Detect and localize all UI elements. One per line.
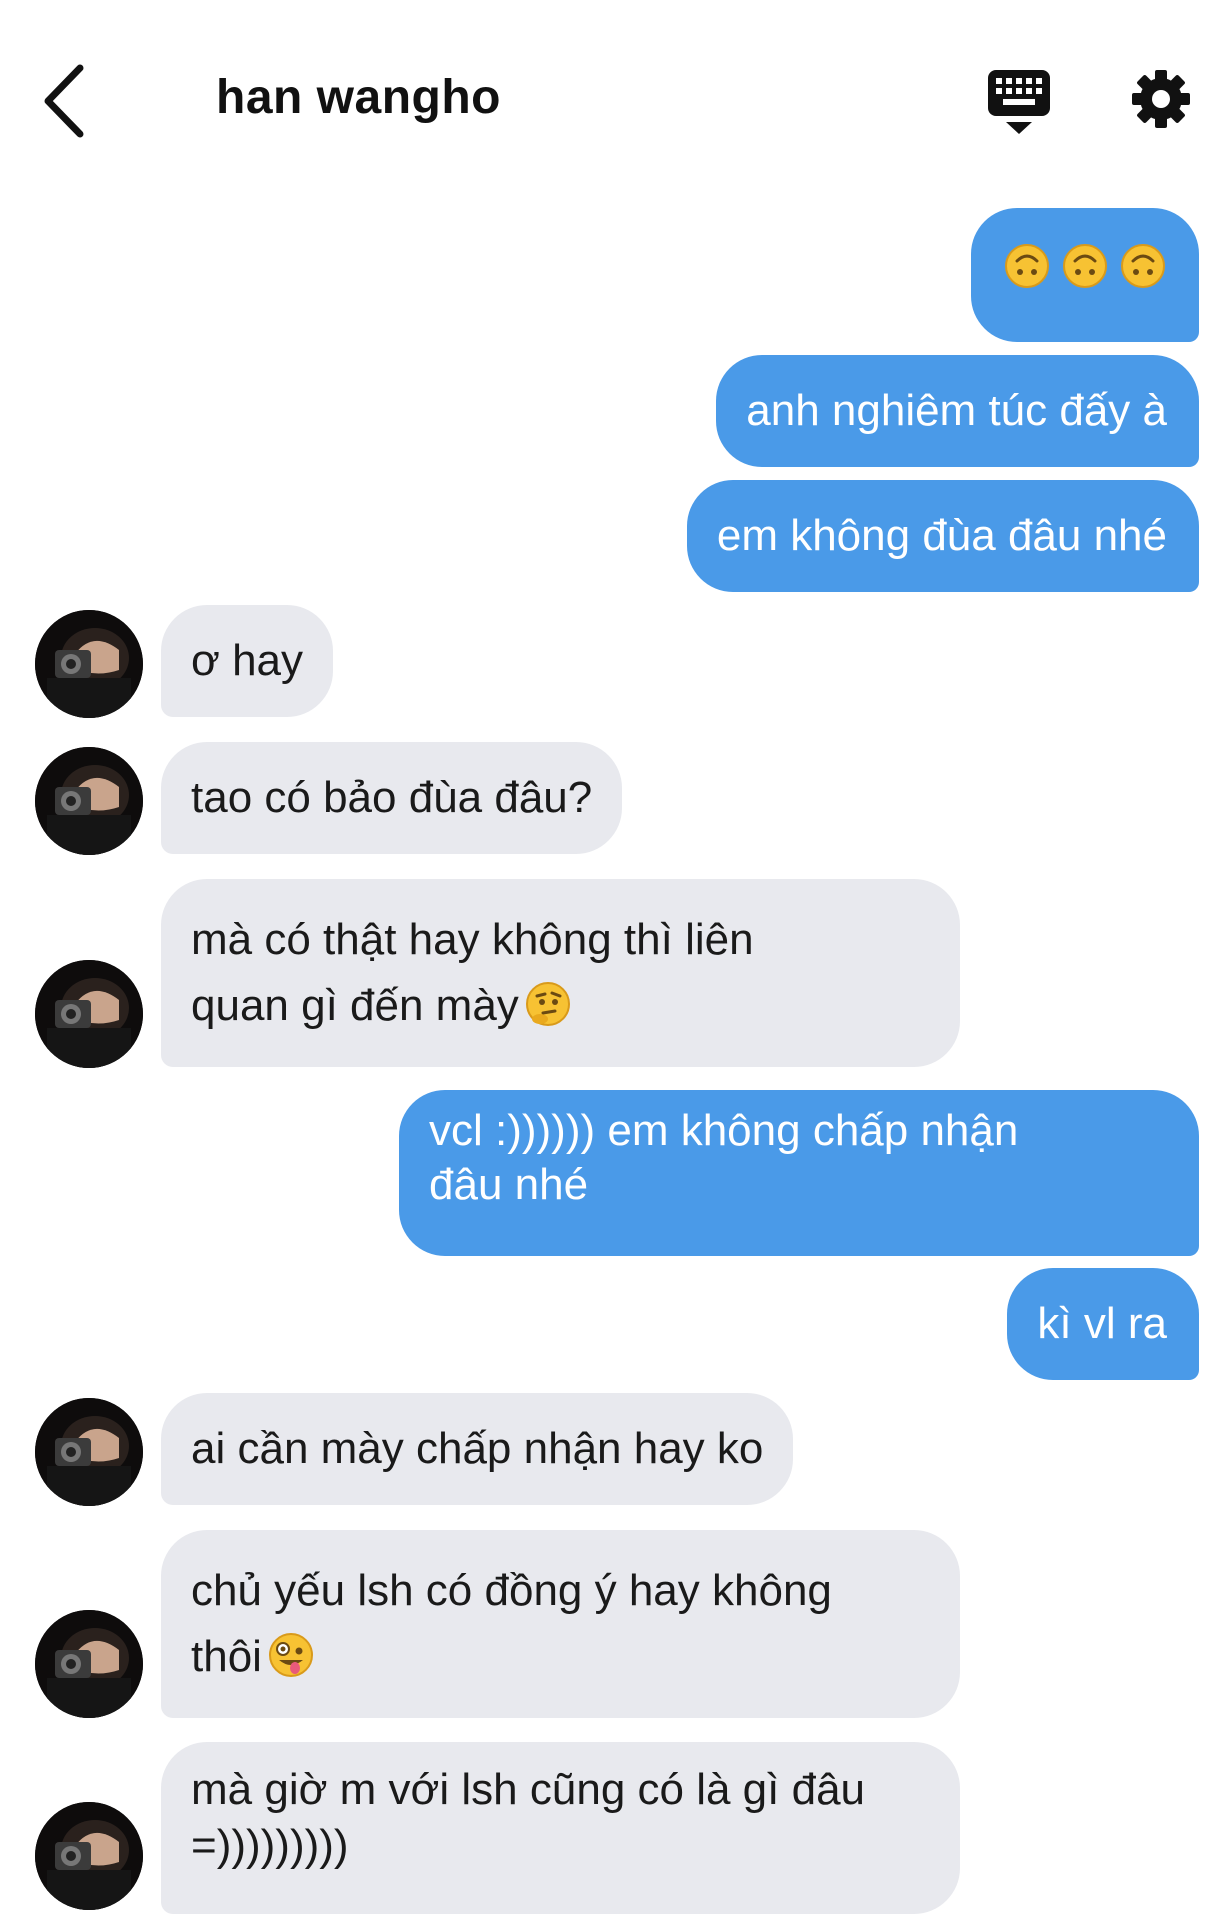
chevron-left-icon xyxy=(44,64,84,138)
avatar[interactable] xyxy=(35,960,143,1068)
avatar[interactable] xyxy=(35,1802,143,1910)
avatar[interactable] xyxy=(35,610,143,718)
message-text: tao có bảo đùa đâu? xyxy=(191,773,593,822)
message-text: kì vl ra xyxy=(1037,1299,1167,1348)
avatar[interactable] xyxy=(35,1398,143,1506)
back-button[interactable] xyxy=(40,62,90,140)
outgoing-message[interactable] xyxy=(971,208,1199,342)
message-text: em không đùa đâu nhé xyxy=(716,511,1167,560)
incoming-message[interactable]: mà có thật hay không thì liên quan gì đế… xyxy=(161,879,960,1067)
incoming-message[interactable]: ơ hay xyxy=(161,605,334,717)
chat-title: han wangho xyxy=(216,71,501,124)
thinking-face-icon xyxy=(525,980,571,1046)
avatar[interactable] xyxy=(35,1610,143,1718)
message-text: vcl :)))))) em không chấp nhận đâu nhé xyxy=(429,1106,1019,1209)
zany-face-icon xyxy=(268,1631,314,1697)
message-text: mà có thật hay không thì liên quan gì đế… xyxy=(191,915,754,1030)
keyboard-icon xyxy=(988,70,1050,134)
upside-down-face-icon xyxy=(1062,242,1108,308)
message-text: anh nghiêm túc đấy à xyxy=(746,386,1167,435)
outgoing-message[interactable]: em không đùa đâu nhé xyxy=(686,480,1199,592)
incoming-message[interactable]: chủ yếu lsh có đồng ý hay không thôi xyxy=(161,1530,960,1718)
gear-icon xyxy=(1132,70,1190,128)
upside-down-face-icon xyxy=(1120,242,1166,308)
incoming-message[interactable]: ai cần mày chấp nhận hay ko xyxy=(161,1393,794,1505)
incoming-message[interactable]: tao có bảo đùa đâu? xyxy=(161,742,623,854)
keyboard-toggle-button[interactable] xyxy=(986,68,1052,136)
incoming-message[interactable]: mà giờ m với lsh cũng có là gì đâu =))))… xyxy=(161,1742,960,1914)
message-text: ai cần mày chấp nhận hay ko xyxy=(191,1424,764,1473)
outgoing-message[interactable]: vcl :)))))) em không chấp nhận đâu nhé xyxy=(399,1090,1199,1256)
upside-down-face-icon xyxy=(1004,242,1050,308)
message-text: mà giờ m với lsh cũng có là gì đâu =))))… xyxy=(191,1765,866,1870)
settings-button[interactable] xyxy=(1130,68,1192,130)
outgoing-message[interactable]: anh nghiêm túc đấy à xyxy=(716,355,1199,467)
outgoing-message[interactable]: kì vl ra xyxy=(1007,1268,1199,1380)
avatar[interactable] xyxy=(35,747,143,855)
chat-header: han wangho xyxy=(0,0,1229,190)
message-text: ơ hay xyxy=(191,636,304,685)
